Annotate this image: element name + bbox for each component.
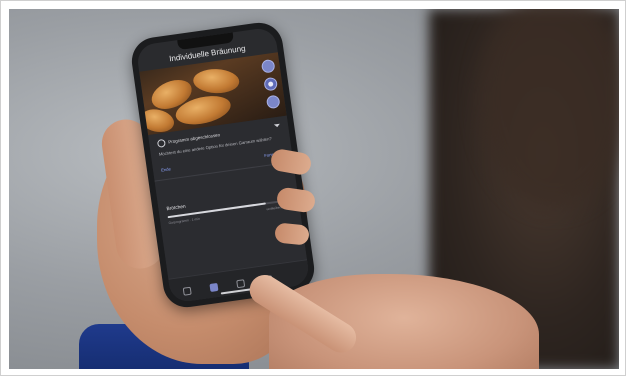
recipes-icon <box>236 279 246 289</box>
side-button-top[interactable] <box>260 58 276 74</box>
croissant <box>138 106 177 136</box>
appliances-icon <box>209 282 219 292</box>
program-title: Brötchen <box>166 204 187 213</box>
tab-home[interactable] <box>176 286 199 298</box>
program-duration: Garprogramm · 1 min <box>168 216 201 226</box>
end-button[interactable]: Ende <box>161 166 171 172</box>
gear-icon-center <box>267 81 274 87</box>
side-button-bottom[interactable] <box>265 94 281 110</box>
image-frame: Individuelle Bräunung Programm abgeschlo… <box>0 0 626 376</box>
chevron-down-icon[interactable] <box>273 123 281 128</box>
home-icon <box>182 286 192 296</box>
settings-icon[interactable] <box>263 76 279 92</box>
photo: Individuelle Bräunung Programm abgeschlo… <box>9 9 619 369</box>
check-circle-icon <box>156 138 166 148</box>
status-heading: Programm abgeschlossen <box>167 132 221 145</box>
croissant <box>192 68 240 94</box>
